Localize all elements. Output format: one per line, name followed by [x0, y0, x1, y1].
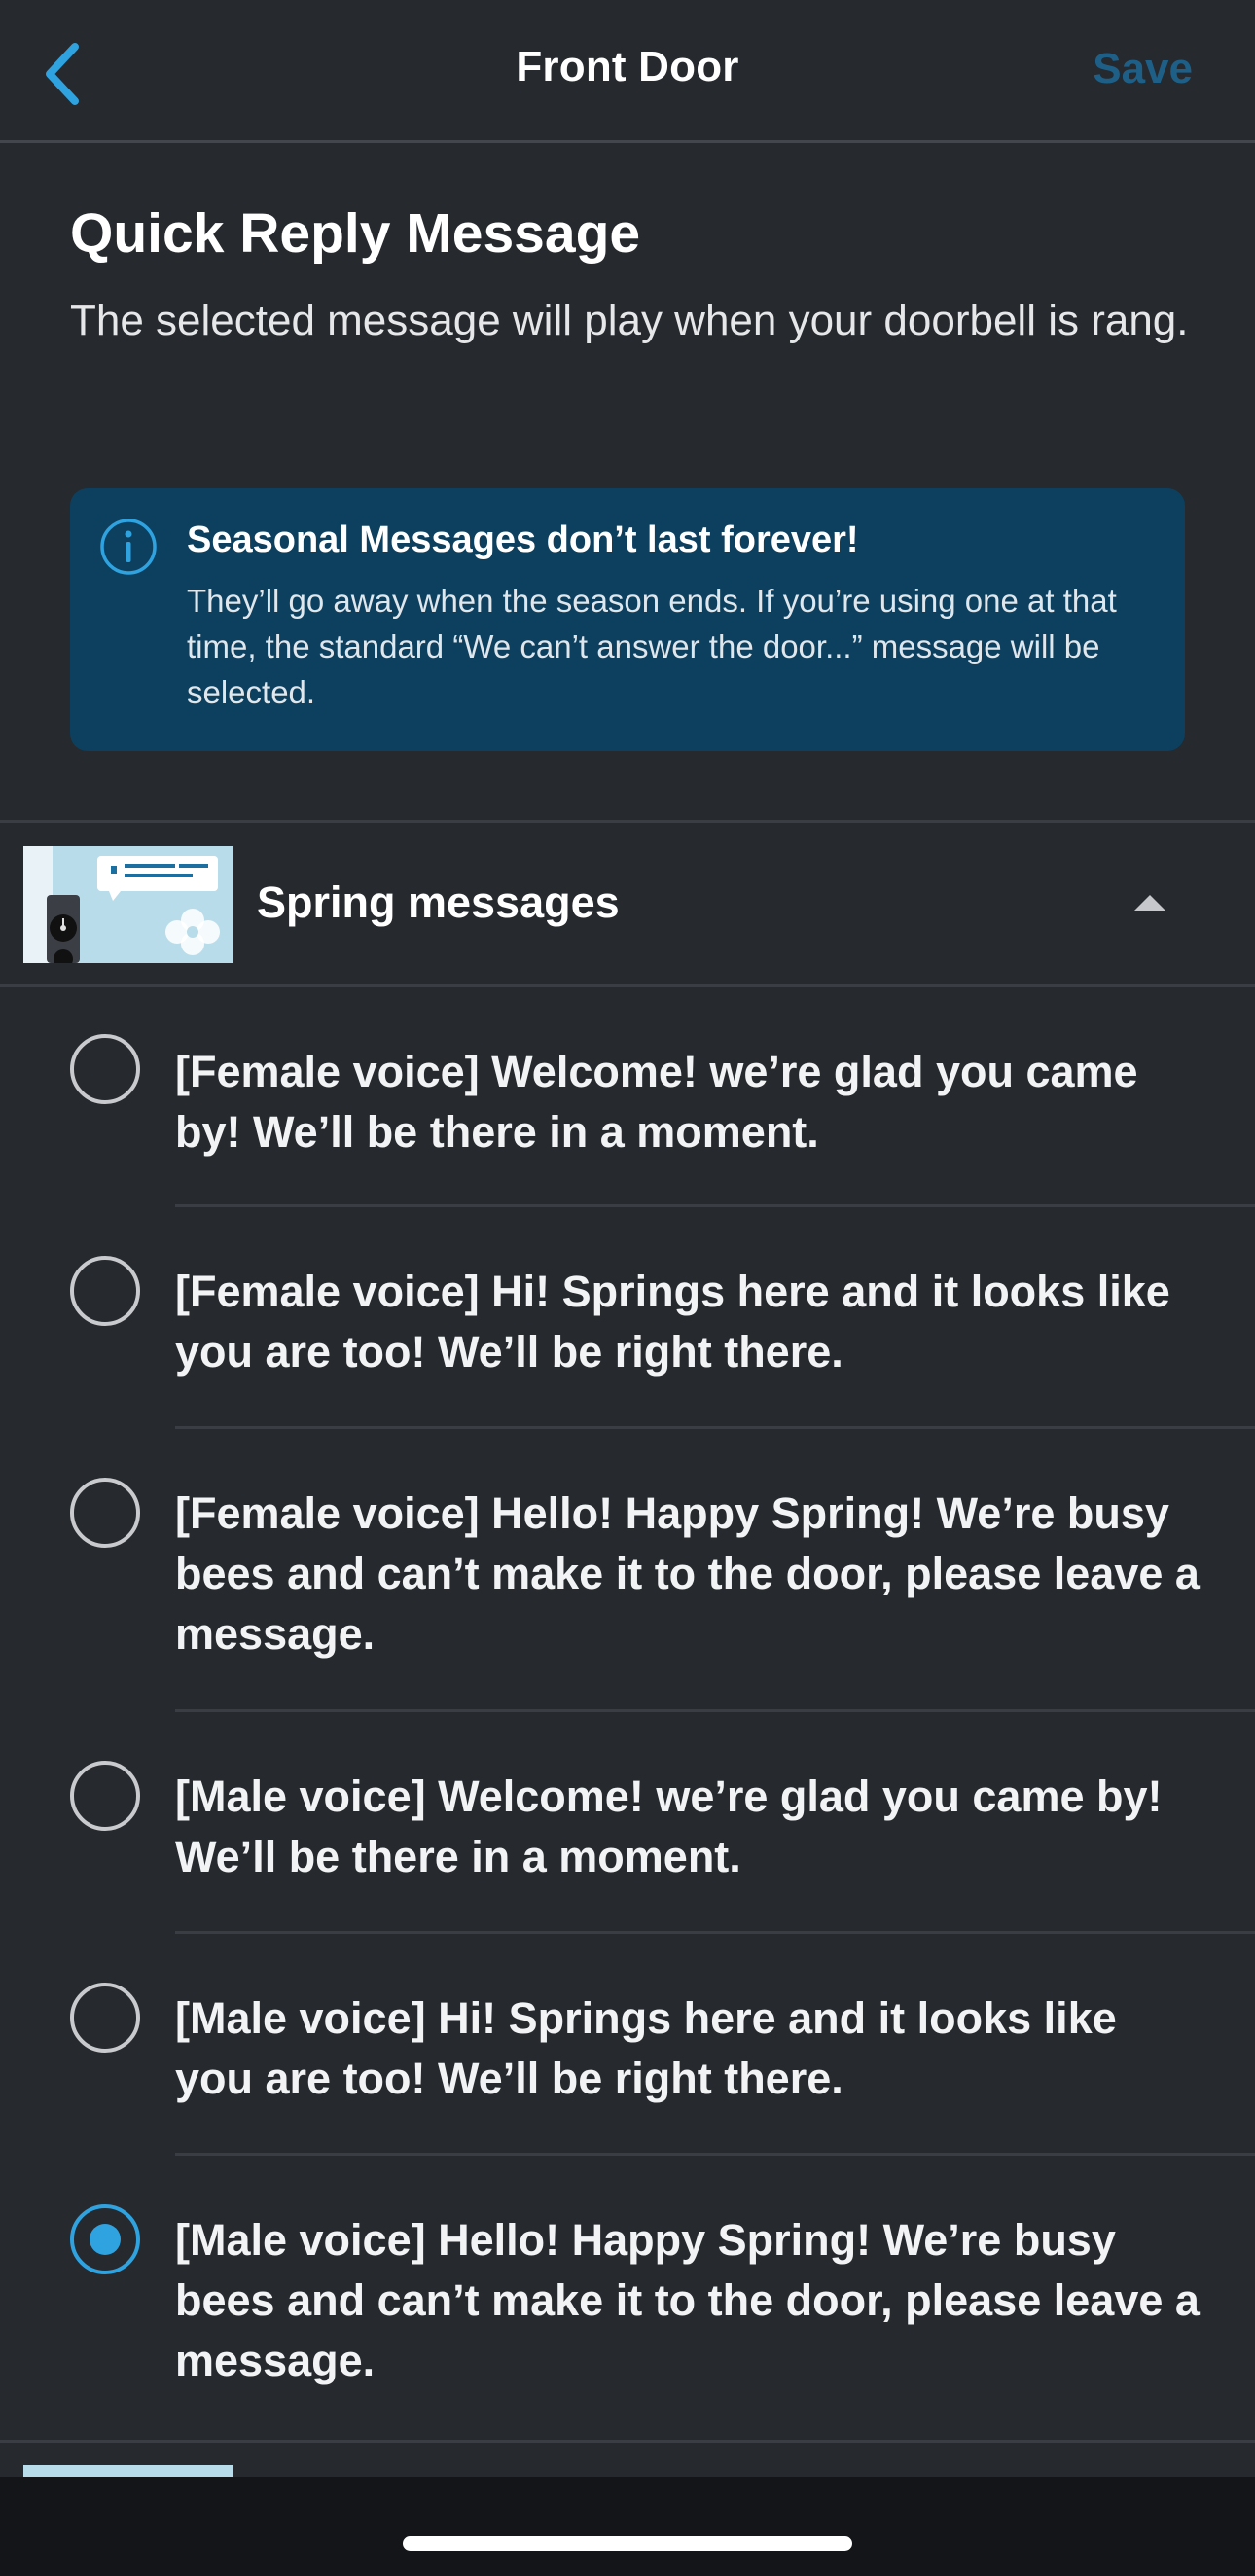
- message-text: [Female voice] Hi! Springs here and it l…: [175, 1267, 1170, 1377]
- message-text: [Female voice] Hello! Happy Spring! We’r…: [175, 1488, 1200, 1659]
- page-title: Front Door: [516, 43, 739, 90]
- section-label: Spring messages: [257, 877, 620, 927]
- message-option[interactable]: [Female voice] Hi! Springs here and it l…: [0, 1207, 1255, 1429]
- next-section-thumbnail: [23, 2465, 233, 2477]
- save-button[interactable]: Save: [1093, 45, 1193, 93]
- home-bar-area: [0, 2477, 1255, 2576]
- radio-button[interactable]: [70, 1478, 140, 1548]
- divider: [0, 2440, 1255, 2443]
- message-option[interactable]: [Male voice] Hi! Springs here and it loo…: [0, 1934, 1255, 2156]
- message-text: [Male voice] Hi! Springs here and it loo…: [175, 1993, 1117, 2103]
- banner-body: They’ll go away when the season ends. If…: [187, 583, 1117, 710]
- radio-button-selected[interactable]: [70, 2204, 140, 2274]
- radio-button[interactable]: [70, 1256, 140, 1326]
- back-button[interactable]: [27, 37, 95, 111]
- radio-button[interactable]: [70, 1761, 140, 1831]
- banner-title: Seasonal Messages don’t last forever!: [187, 519, 859, 560]
- message-text: [Male voice] Hello! Happy Spring! We’re …: [175, 2215, 1200, 2385]
- screen: Front Door Save Quick Reply Message The …: [0, 0, 1255, 2576]
- chevron-left-icon: [46, 43, 79, 105]
- message-option-selected[interactable]: [Male voice] Hello! Happy Spring! We’re …: [0, 2156, 1255, 2438]
- spring-messages-section-header[interactable]: Spring messages: [0, 823, 1255, 984]
- message-option[interactable]: [Female voice] Welcome! we’re glad you c…: [0, 987, 1255, 1207]
- message-text: [Male voice] Welcome! we’re glad you cam…: [175, 1771, 1163, 1881]
- caret-up-icon[interactable]: [1132, 893, 1167, 912]
- message-text: [Female voice] Welcome! we’re glad you c…: [175, 1047, 1138, 1157]
- doorbell-illustration-icon: [23, 846, 233, 963]
- section-title: Quick Reply Message: [70, 202, 641, 265]
- nav-header: Front Door Save: [0, 0, 1255, 143]
- section-description: The selected message will play when your…: [70, 297, 1189, 344]
- message-option[interactable]: [Female voice] Hello! Happy Spring! We’r…: [0, 1429, 1255, 1711]
- intro-section: Quick Reply Message The selected message…: [70, 199, 1199, 351]
- doorbell-thumbnail: [23, 846, 233, 963]
- home-indicator[interactable]: [403, 2536, 852, 2551]
- radio-button[interactable]: [70, 1983, 140, 2053]
- message-option[interactable]: [Male voice] Welcome! we’re glad you cam…: [0, 1712, 1255, 1934]
- radio-button[interactable]: [70, 1034, 140, 1104]
- info-banner: Seasonal Messages don’t last forever! Th…: [70, 488, 1185, 751]
- info-icon: [100, 519, 157, 575]
